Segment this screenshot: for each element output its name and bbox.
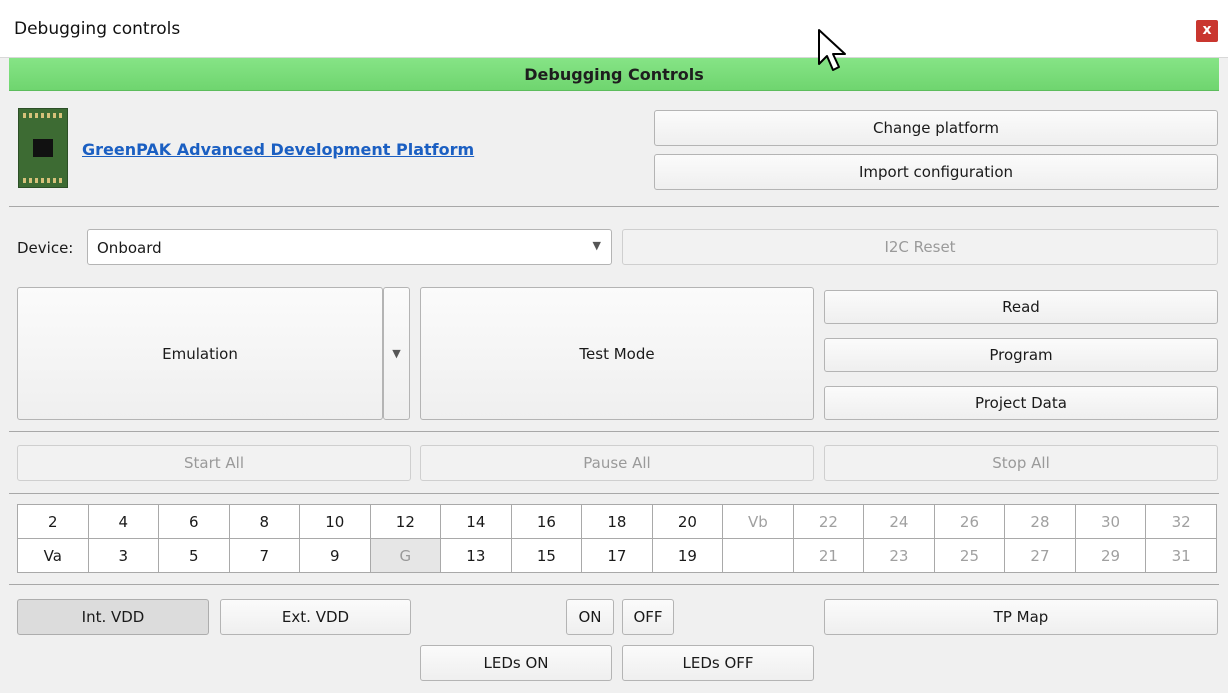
divider: [9, 206, 1219, 207]
device-label: Device:: [17, 239, 74, 257]
stop-all-button[interactable]: Stop All: [824, 445, 1218, 481]
pin-cell: 32: [1145, 504, 1217, 539]
pause-all-button[interactable]: Pause All: [420, 445, 814, 481]
pin-cell[interactable]: 16: [510, 504, 583, 539]
start-all-button[interactable]: Start All: [17, 445, 411, 481]
on-button[interactable]: ON: [566, 599, 614, 635]
device-select[interactable]: Onboard ▼: [87, 229, 612, 265]
leds-off-button[interactable]: LEDs OFF: [622, 645, 814, 681]
tp-map-button[interactable]: TP Map: [824, 599, 1218, 635]
pin-cell[interactable]: 6: [158, 504, 230, 539]
pin-cell: 25: [933, 538, 1006, 573]
pin-cell: 23: [863, 538, 935, 573]
platform-link[interactable]: GreenPAK Advanced Development Platform: [82, 140, 474, 159]
pin-cell[interactable]: 20: [651, 504, 724, 539]
int-vdd-button[interactable]: Int. VDD: [17, 599, 209, 635]
device-select-value: Onboard: [97, 239, 162, 257]
import-configuration-button[interactable]: Import configuration: [654, 154, 1218, 190]
pin-cell: G: [369, 538, 442, 573]
pin-cell: 28: [1004, 504, 1076, 539]
pin-cell[interactable]: 4: [87, 504, 160, 539]
pin-cell: 29: [1074, 538, 1147, 573]
window-title: Debugging controls: [14, 19, 181, 39]
pin-cell: 31: [1145, 538, 1217, 573]
pin-row-bottom: Va 3 5 7 9 G 13 15 17 19 21 23 25 27 29 …: [17, 538, 1217, 573]
program-button[interactable]: Program: [824, 338, 1218, 372]
chevron-down-icon: ▼: [592, 239, 601, 252]
project-data-button[interactable]: Project Data: [824, 386, 1218, 420]
pin-cell[interactable]: 13: [440, 538, 512, 573]
window-titlebar: Debugging controls x: [0, 0, 1228, 58]
test-mode-button[interactable]: Test Mode: [420, 287, 814, 420]
section-header: Debugging Controls: [9, 58, 1219, 91]
pin-cell[interactable]: 8: [228, 504, 301, 539]
divider: [9, 584, 1219, 585]
divider: [9, 493, 1219, 494]
pin-cell: Vb: [722, 504, 794, 539]
chevron-down-icon: ▼: [392, 347, 401, 360]
pin-cell[interactable]: 19: [651, 538, 724, 573]
platform-board-image: [18, 108, 68, 188]
pin-cell[interactable]: 10: [299, 504, 371, 539]
pin-cell[interactable]: 15: [510, 538, 583, 573]
pin-cell[interactable]: 14: [440, 504, 512, 539]
pin-cell[interactable]: Va: [17, 538, 89, 573]
pin-cell[interactable]: 7: [228, 538, 301, 573]
ext-vdd-button[interactable]: Ext. VDD: [220, 599, 411, 635]
i2c-reset-button[interactable]: I2C Reset: [622, 229, 1218, 265]
divider: [9, 431, 1219, 432]
pin-cell: 26: [933, 504, 1006, 539]
leds-on-button[interactable]: LEDs ON: [420, 645, 612, 681]
pin-cell[interactable]: 2: [17, 504, 89, 539]
change-platform-button[interactable]: Change platform: [654, 110, 1218, 146]
pin-cell[interactable]: 3: [87, 538, 160, 573]
pin-cell: 24: [863, 504, 935, 539]
pin-cell: 22: [792, 504, 865, 539]
pin-row-top: 2 4 6 8 10 12 14 16 18 20 Vb 22 24 26 28…: [17, 504, 1217, 539]
pin-cell: 21: [792, 538, 865, 573]
close-button[interactable]: x: [1196, 20, 1218, 42]
off-button[interactable]: OFF: [622, 599, 674, 635]
read-button[interactable]: Read: [824, 290, 1218, 324]
pin-grid: 2 4 6 8 10 12 14 16 18 20 Vb 22 24 26 28…: [17, 504, 1217, 573]
pin-cell: [722, 538, 794, 573]
pin-cell[interactable]: 9: [299, 538, 371, 573]
emulation-button[interactable]: Emulation: [17, 287, 383, 420]
pin-cell: 30: [1074, 504, 1147, 539]
pin-cell[interactable]: 18: [581, 504, 653, 539]
pin-cell[interactable]: 17: [581, 538, 653, 573]
emulation-dropdown-button[interactable]: ▼: [383, 287, 410, 420]
pin-cell: 27: [1004, 538, 1076, 573]
pin-cell[interactable]: 5: [158, 538, 230, 573]
mouse-cursor-icon: [818, 29, 846, 71]
pin-cell[interactable]: 12: [369, 504, 442, 539]
